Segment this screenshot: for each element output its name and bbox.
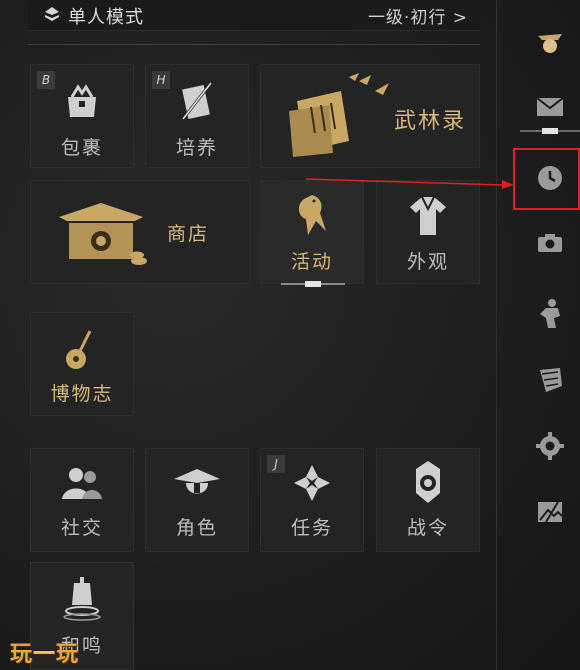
hotkey-badge: B <box>37 71 55 89</box>
appearance-button[interactable]: 外观 <box>376 180 480 284</box>
header-divider <box>28 44 480 45</box>
watermark-part3: 玩 <box>56 642 80 667</box>
people-icon <box>62 468 102 499</box>
watermark-logo: 玩一玩 <box>10 636 79 668</box>
annotation-arrow <box>306 178 514 189</box>
activity-button[interactable]: 活动 <box>260 180 364 287</box>
bag-icon <box>68 84 96 117</box>
wulinlu-label: 武林录 <box>393 109 466 134</box>
lantern-icon <box>416 461 440 503</box>
sidebar-camera[interactable] <box>522 224 578 264</box>
social-label: 社交 <box>60 517 103 539</box>
bag-button[interactable]: B 包裹 <box>30 64 134 168</box>
appearance-label: 外观 <box>406 251 449 273</box>
flower-icon <box>294 465 330 501</box>
active-indicator <box>281 281 345 287</box>
museum-label: 博物志 <box>50 383 114 405</box>
sidebar-gallery[interactable] <box>522 492 578 532</box>
gear-icon <box>536 432 564 460</box>
sidebar-mail-indicator <box>520 128 580 134</box>
camera-icon <box>538 234 562 252</box>
hotkey-badge: H <box>152 71 170 89</box>
quest-button[interactable]: J 任务 <box>260 448 364 552</box>
fan-icon <box>540 368 562 392</box>
cultivate-label: 培养 <box>175 137 218 159</box>
hat-icon <box>174 469 220 494</box>
museum-button[interactable]: 博物志 <box>30 312 134 416</box>
role-label: 角色 <box>175 517 218 539</box>
sidebar-divider <box>496 0 497 670</box>
sidebar-mail[interactable] <box>522 88 578 128</box>
mode-icon <box>45 7 59 21</box>
scroll-sword-icon <box>181 82 213 120</box>
sidebar-action[interactable] <box>522 290 578 330</box>
mode-header[interactable]: 单人模式 一级·初行 > <box>28 0 480 31</box>
quest-label: 任务 <box>290 517 333 539</box>
battlepass-button[interactable]: 战令 <box>376 448 480 552</box>
hotkey-badge: J <box>267 455 285 473</box>
watermark-part2: 一 <box>33 642 57 667</box>
mail-icon <box>536 97 564 116</box>
bag-label: 包裹 <box>60 137 103 159</box>
bell-icon <box>63 577 101 621</box>
highlight-box <box>513 148 580 210</box>
wulinlu-button[interactable]: 武林录 <box>260 64 480 168</box>
mode-label: 单人模式 <box>68 7 144 28</box>
social-button[interactable]: 社交 <box>30 448 134 552</box>
sidebar-fan[interactable] <box>522 358 578 398</box>
activity-label: 活动 <box>290 251 333 273</box>
sidebar-avatar[interactable] <box>522 22 578 62</box>
pipa-icon <box>66 330 92 369</box>
image-icon <box>538 501 563 523</box>
bird-icon <box>298 195 326 235</box>
sidebar-settings[interactable] <box>522 424 578 464</box>
watermark-part1: 玩 <box>10 642 34 667</box>
robe-icon <box>410 196 446 235</box>
battlepass-label: 战令 <box>406 517 449 539</box>
shop-button[interactable]: 商店 <box>30 180 250 284</box>
action-icon <box>540 299 560 328</box>
level-link[interactable]: 一级·初行 > <box>368 3 468 28</box>
cultivate-button[interactable]: H 培养 <box>145 64 249 168</box>
role-button[interactable]: 角色 <box>145 448 249 552</box>
avatar-icon <box>538 34 562 53</box>
